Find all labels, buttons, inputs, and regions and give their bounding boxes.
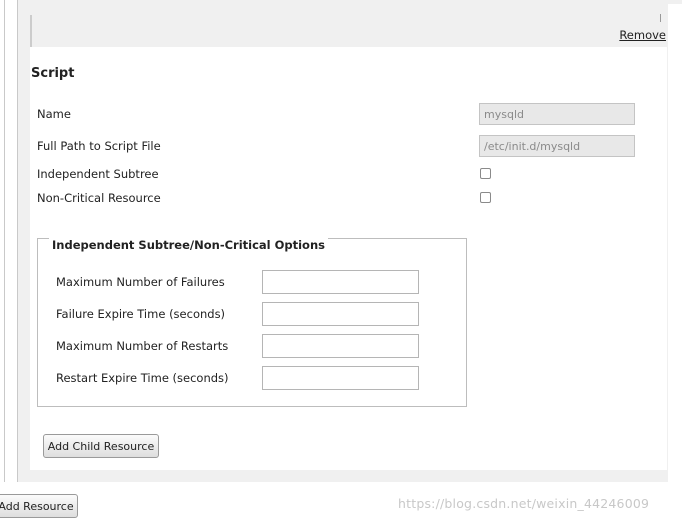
header-tick: [660, 14, 661, 22]
script-path-label: Full Path to Script File: [37, 139, 161, 153]
failure-expire-input[interactable]: [262, 302, 419, 326]
resource-header-bar: [30, 15, 667, 47]
independent-subtree-label: Independent Subtree: [37, 167, 159, 181]
add-resource-button[interactable]: Add Resource: [0, 494, 78, 518]
name-input[interactable]: [479, 103, 635, 125]
script-path-input[interactable]: [479, 135, 635, 157]
non-critical-resource-checkbox[interactable]: [480, 192, 491, 203]
add-child-resource-button[interactable]: Add Child Resource: [43, 434, 159, 458]
max-restarts-input[interactable]: [262, 334, 419, 358]
restart-expire-input[interactable]: [262, 366, 419, 390]
non-critical-resource-label: Non-Critical Resource: [37, 191, 161, 205]
max-restarts-label: Maximum Number of Restarts: [56, 339, 229, 353]
remove-link[interactable]: Remove: [619, 28, 666, 42]
max-failures-label: Maximum Number of Failures: [56, 275, 225, 289]
failure-expire-label: Failure Expire Time (seconds): [56, 307, 226, 321]
max-failures-input[interactable]: [262, 270, 419, 294]
independent-subtree-checkbox[interactable]: [480, 168, 491, 179]
watermark-text: https://blog.csdn.net/weixin_44246009: [398, 496, 650, 511]
name-label: Name: [37, 107, 71, 121]
section-title: Script: [31, 66, 75, 81]
outer-border-line: [4, 0, 5, 482]
restart-expire-label: Restart Expire Time (seconds): [56, 371, 229, 385]
header-separator: [30, 15, 32, 47]
options-legend: Independent Subtree/Non-Critical Options: [49, 238, 328, 252]
